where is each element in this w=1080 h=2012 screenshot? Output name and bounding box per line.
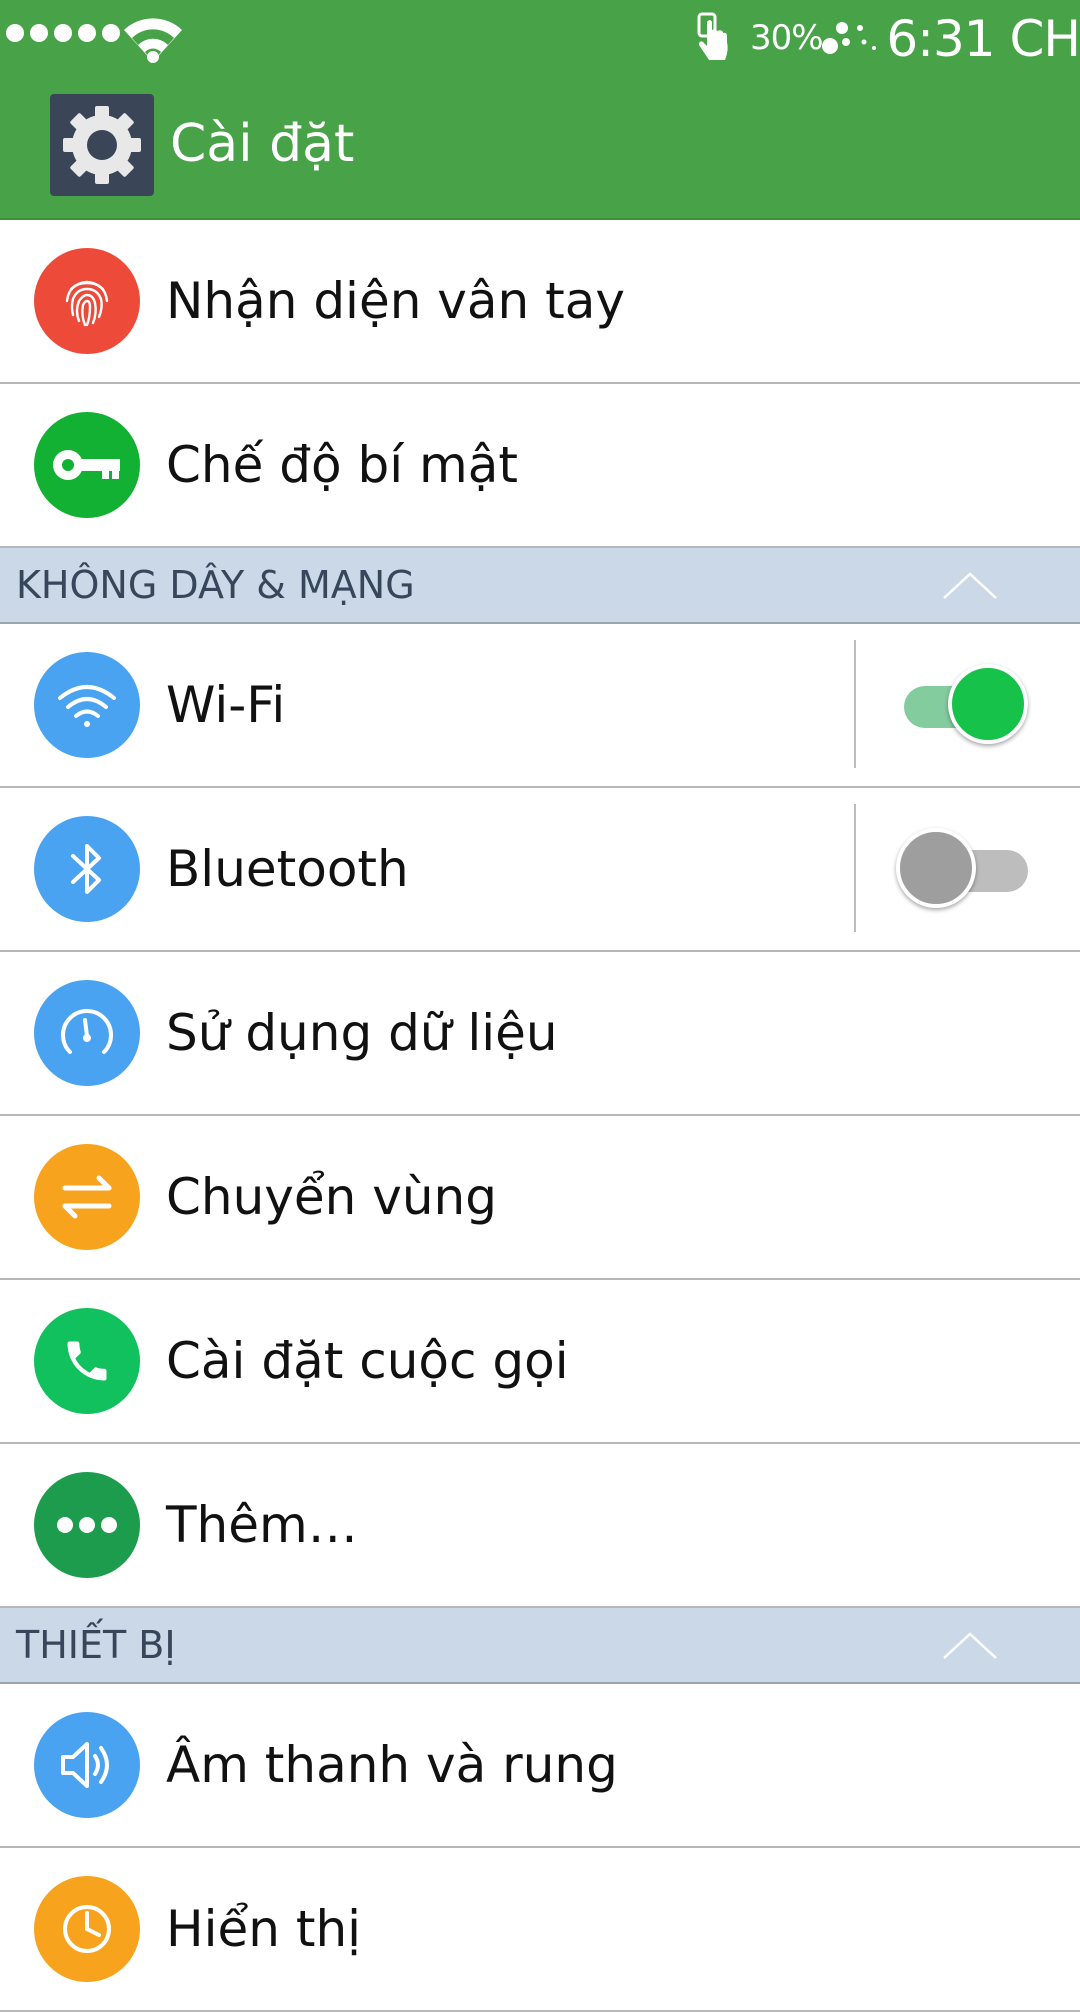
wifi-status-icon xyxy=(124,18,182,63)
list-item-wifi[interactable]: Wi-Fi xyxy=(0,624,1080,788)
section-title: THIẾT BỊ xyxy=(16,1623,176,1667)
wifi-toggle[interactable] xyxy=(896,662,1036,752)
signal-strength-icon xyxy=(6,24,120,42)
page-title: Cài đặt xyxy=(170,114,355,174)
data-activity-icon xyxy=(822,22,876,54)
battery-percentage: 30% xyxy=(750,18,824,58)
list-item-label: Bluetooth xyxy=(166,840,409,898)
list-item-label: Cài đặt cuộc gọi xyxy=(166,1332,569,1390)
list-item-label: Hiển thị xyxy=(166,1900,362,1958)
divider xyxy=(854,804,856,932)
list-item-label: Sử dụng dữ liệu xyxy=(166,1004,558,1062)
speaker-icon xyxy=(34,1712,140,1818)
status-bar: 30% 6:31 CH xyxy=(0,0,1080,78)
roaming-arrows-icon xyxy=(34,1144,140,1250)
list-item-sound[interactable]: Âm thanh và rung xyxy=(0,1684,1080,1848)
bluetooth-icon xyxy=(34,816,140,922)
list-item-call-settings[interactable]: Cài đặt cuộc gọi xyxy=(0,1280,1080,1444)
speedometer-icon xyxy=(34,980,140,1086)
app-bar: Cài đặt xyxy=(0,78,1080,220)
list-item-bluetooth[interactable]: Bluetooth xyxy=(0,788,1080,952)
chevron-up-icon[interactable] xyxy=(940,1624,1000,1664)
display-icon xyxy=(34,1876,140,1982)
section-title: KHÔNG DÂY & MẠNG xyxy=(16,563,415,607)
divider xyxy=(854,640,856,768)
settings-list: Nhận diện vân tay Chế độ bí mật KHÔNG DÂ… xyxy=(0,220,1080,2012)
gear-icon[interactable] xyxy=(50,94,154,196)
list-item-label: Nhận diện vân tay xyxy=(166,272,625,330)
list-item-data-usage[interactable]: Sử dụng dữ liệu xyxy=(0,952,1080,1116)
list-item-label: Chuyển vùng xyxy=(166,1168,497,1226)
list-item-roaming[interactable]: Chuyển vùng xyxy=(0,1116,1080,1280)
key-icon xyxy=(34,412,140,518)
clock: 6:31 CH xyxy=(886,10,1080,68)
section-header-device[interactable]: THIẾT BỊ xyxy=(0,1608,1080,1684)
chevron-up-icon[interactable] xyxy=(940,564,1000,604)
list-item-fingerprint[interactable]: Nhận diện vân tay xyxy=(0,220,1080,384)
wifi-icon xyxy=(34,652,140,758)
phone-icon xyxy=(34,1308,140,1414)
list-item-label: Âm thanh và rung xyxy=(166,1736,618,1794)
touch-icon xyxy=(697,12,728,60)
bluetooth-toggle[interactable] xyxy=(896,826,1036,916)
more-dots-icon xyxy=(34,1472,140,1578)
list-item-more[interactable]: Thêm… xyxy=(0,1444,1080,1608)
list-item-private-mode[interactable]: Chế độ bí mật xyxy=(0,384,1080,548)
list-item-label: Wi-Fi xyxy=(166,676,286,734)
list-item-label: Thêm… xyxy=(166,1496,358,1554)
fingerprint-icon xyxy=(34,248,140,354)
list-item-label: Chế độ bí mật xyxy=(166,436,518,494)
list-item-display[interactable]: Hiển thị xyxy=(0,1848,1080,2012)
section-header-network[interactable]: KHÔNG DÂY & MẠNG xyxy=(0,548,1080,624)
